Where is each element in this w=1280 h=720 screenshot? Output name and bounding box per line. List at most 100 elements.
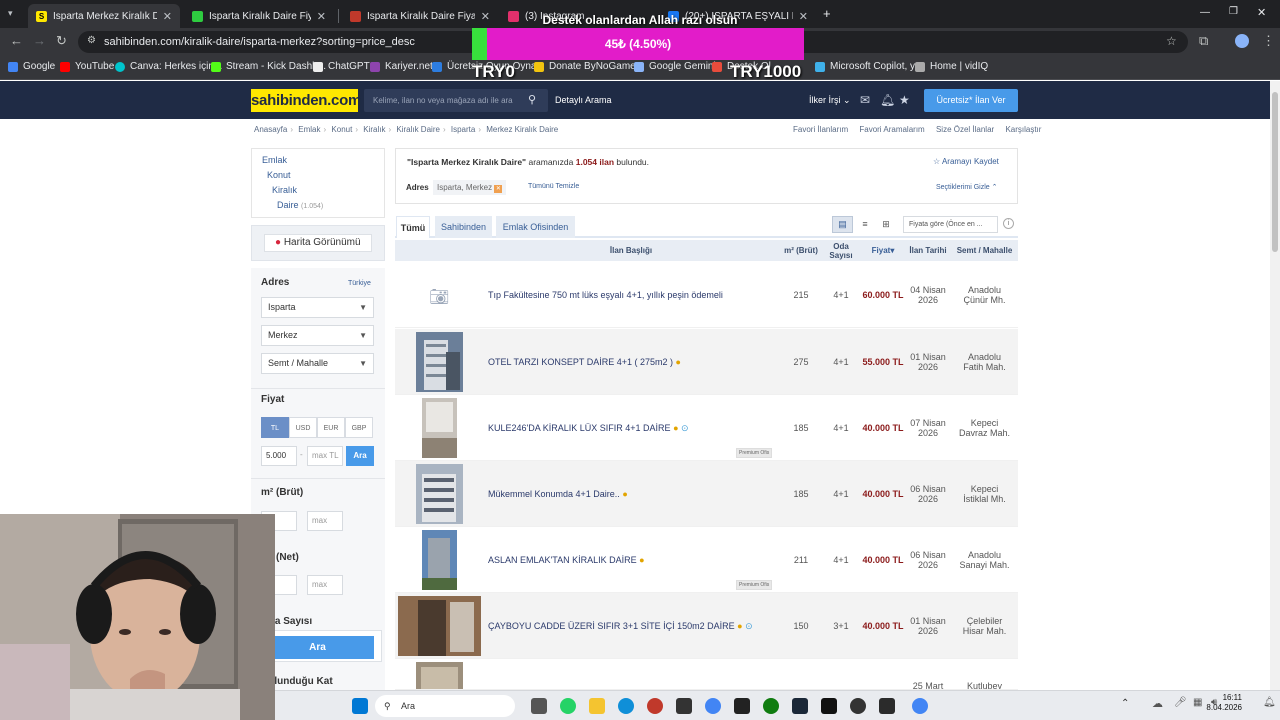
currency-eur[interactable]: EUR <box>317 417 345 438</box>
listing-title-wrap[interactable]: ASLAN EMLAK'TAN KİRALIK DAİRE ● <box>488 527 778 593</box>
listing-title-wrap[interactable]: KULE246'DA KİRALIK LÜX SIFIR 4+1 DAİRE ●… <box>488 395 778 461</box>
currency-tl[interactable]: TL <box>261 417 289 438</box>
favorite-ads-link[interactable]: Favori İlanlarım <box>793 125 848 134</box>
address-filter-chip[interactable]: Isparta, Merkez ✕ <box>433 180 507 195</box>
district-select[interactable]: Merkez ▼ <box>261 325 374 346</box>
scrollbar-thumb[interactable] <box>1272 92 1278 252</box>
list-view-icon[interactable]: ▤ <box>832 216 853 233</box>
bookmark-copilot[interactable]: Microsoft Copilot, y... <box>815 61 923 72</box>
epic-games-icon[interactable] <box>734 698 750 714</box>
column-date[interactable]: İlan Tarihi <box>905 240 951 261</box>
mail-icon[interactable]: ✉ <box>860 93 870 107</box>
favorites-star-icon[interactable]: ★ <box>899 93 910 107</box>
table-row[interactable]: ASLAN EMLAK'TAN KİRALIK DAİRE ● Premium … <box>395 527 1018 593</box>
info-icon[interactable]: i <box>1003 218 1014 229</box>
column-rooms[interactable]: Oda Sayısı <box>821 240 861 261</box>
close-icon[interactable]: ✕ <box>163 10 172 23</box>
price-search-button[interactable]: Ara <box>346 446 374 466</box>
price-max-input[interactable]: max TL <box>307 446 343 466</box>
streamlabs-icon[interactable] <box>879 698 895 714</box>
sort-select[interactable]: Fiyata göre (Önce en ... <box>903 216 998 233</box>
column-price[interactable]: Fiyat ▾ <box>861 240 905 261</box>
compact-list-icon[interactable]: ≡ <box>855 216 875 233</box>
edge-icon[interactable] <box>618 698 634 714</box>
notification-bell-icon[interactable]: 🔔︎ <box>880 93 895 107</box>
category-daire[interactable]: Daire (1.054) <box>277 200 323 210</box>
listing-title[interactable]: OTEL TARZI KONSEPT DAİRE 4+1 ( 275m2 ) <box>488 357 673 367</box>
bookmark-gemini[interactable]: Google Gemini <box>634 61 716 72</box>
listing-thumbnail[interactable] <box>416 332 463 392</box>
compare-link[interactable]: Karşılaştır <box>1005 125 1041 134</box>
column-area[interactable]: Semt / Mahalle <box>951 240 1018 261</box>
reload-icon[interactable]: ↻ <box>56 33 67 49</box>
terminal-icon[interactable] <box>676 698 692 714</box>
bookmark-kick[interactable]: Stream - Kick Dashb... <box>211 61 326 72</box>
site-search-input[interactable]: Kelime, ilan no veya mağaza adı ile ara <box>364 89 548 112</box>
chrome-active-icon[interactable] <box>912 698 928 714</box>
file-explorer-icon[interactable] <box>589 698 605 714</box>
column-m2[interactable]: m² (Brüt) <box>781 240 821 261</box>
listing-thumbnail[interactable] <box>422 530 457 590</box>
search-icon[interactable]: ⚲ <box>528 93 536 106</box>
m2-gross-max-input[interactable]: max <box>307 511 343 531</box>
table-row[interactable]: KULE246'DA KİRALIK LÜX SIFIR 4+1 DAİRE ●… <box>395 395 1018 461</box>
listing-thumbnail[interactable] <box>398 596 481 656</box>
save-search-button[interactable]: ☆ Aramayı Kaydet <box>933 157 999 166</box>
clear-all-link[interactable]: Tümünü Temizle <box>528 183 579 190</box>
listing-title[interactable]: KULE246'DA KİRALIK LÜX SIFIR 4+1 DAİRE <box>488 423 671 433</box>
back-icon[interactable]: ← <box>10 33 23 48</box>
tab-kiralik-1[interactable]: Isparta Kiralık Daire Fiyatları ve ✕ <box>184 4 334 28</box>
menu-icon[interactable]: ⋮ <box>1262 33 1275 49</box>
cloud-icon[interactable]: ☁ <box>1152 697 1163 710</box>
profile-avatar[interactable] <box>1235 34 1249 48</box>
currency-usd[interactable]: USD <box>289 417 317 438</box>
special-ads-link[interactable]: Size Özel İlanlar <box>936 125 994 134</box>
search-button[interactable]: Ara <box>261 636 374 659</box>
restore-icon[interactable]: ❐ <box>1229 6 1238 17</box>
grid-view-icon[interactable]: ⊞ <box>876 216 896 233</box>
table-row[interactable]: ÇAYBOYU CADDE ÜZERİ SIFIR 3+1 SİTE İÇİ 1… <box>395 593 1018 659</box>
tab-all[interactable]: Tümü <box>396 216 430 238</box>
bookmark-kariyer[interactable]: Kariyer.net <box>370 61 433 72</box>
category-kiralik[interactable]: Kiralık <box>272 185 297 195</box>
category-emlak[interactable]: Emlak <box>262 155 287 165</box>
task-view-icon[interactable] <box>531 698 547 714</box>
listing-title-wrap[interactable]: OTEL TARZI KONSEPT DAİRE 4+1 ( 275m2 ) ● <box>488 329 778 395</box>
listing-title-wrap[interactable]: Mükemmel Konumda 4+1 Daire.. ● <box>488 461 778 527</box>
bookmark-canva[interactable]: Canva: Herkes için... <box>115 61 222 72</box>
table-row[interactable]: 25 Mart Kutlubey <box>395 659 1018 690</box>
close-window-icon[interactable]: ✕ <box>1257 6 1266 19</box>
minimize-icon[interactable]: — <box>1200 7 1210 18</box>
post-ad-button[interactable]: Ücretsiz* İlan Ver <box>924 89 1018 112</box>
listing-thumbnail[interactable] <box>416 464 463 524</box>
breadcrumb-item[interactable]: Emlak <box>298 125 320 134</box>
app-icon[interactable] <box>647 698 663 714</box>
site-info-icon[interactable]: ⚙ <box>87 35 96 46</box>
city-select[interactable]: Isparta ▼ <box>261 297 374 318</box>
site-logo[interactable]: sahibinden.com <box>251 89 361 112</box>
chrome-icon[interactable] <box>705 698 721 714</box>
close-icon[interactable]: ✕ <box>317 10 326 23</box>
listing-title-wrap[interactable]: ÇAYBOYU CADDE ÜZERİ SIFIR 3+1 SİTE İÇİ 1… <box>488 593 778 659</box>
bookmark-bynogame[interactable]: Donate ByNoGame... <box>534 61 644 72</box>
notifications-icon[interactable]: 🔔︎ <box>1263 697 1276 708</box>
category-konut[interactable]: Konut <box>267 170 291 180</box>
taskbar-search[interactable]: ⚲ Ara <box>375 695 515 717</box>
breadcrumb-item[interactable]: Kiralık <box>363 125 385 134</box>
extensions-icon[interactable]: ⧉ <box>1199 33 1208 49</box>
detailed-search-link[interactable]: Detaylı Arama <box>555 95 612 105</box>
table-row[interactable]: Mükemmel Konumda 4+1 Daire.. ● 185 4+1 4… <box>395 461 1018 527</box>
remove-filter-icon[interactable]: ✕ <box>494 185 503 193</box>
bookmark-google[interactable]: Google <box>8 61 55 72</box>
tab-agency[interactable]: Emlak Ofisinden <box>496 216 575 238</box>
tiktok-icon[interactable] <box>821 698 837 714</box>
listing-title[interactable]: Mükemmel Konumda 4+1 Daire.. <box>488 489 620 499</box>
favorite-searches-link[interactable]: Favori Aramalarım <box>859 125 924 134</box>
bookmark-youtube[interactable]: YouTube <box>60 61 114 72</box>
windows-start-icon[interactable] <box>352 698 368 714</box>
bookmark-chatgpt[interactable]: ChatGPT <box>313 61 370 72</box>
map-view-button[interactable]: ● Harita Görünümü <box>264 234 372 252</box>
bookmark-star-icon[interactable]: ☆ <box>1166 34 1177 48</box>
breadcrumb-item[interactable]: Konut <box>331 125 352 134</box>
system-clock[interactable]: 16:11 8.04.2026 <box>1200 693 1242 713</box>
